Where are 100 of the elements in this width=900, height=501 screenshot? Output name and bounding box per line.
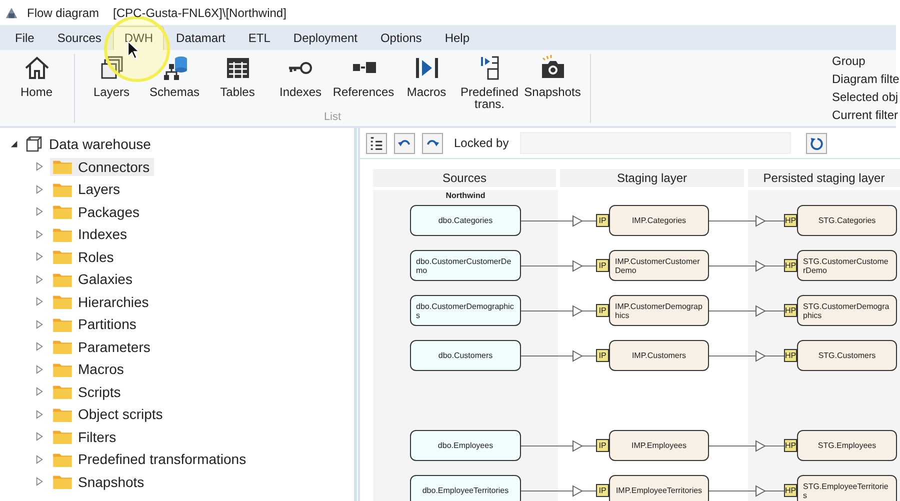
menu-tab[interactable]: Options bbox=[369, 26, 433, 50]
folder-icon bbox=[53, 182, 72, 197]
tree-item[interactable]: Partitions bbox=[50, 315, 140, 334]
column-header: Sources bbox=[373, 169, 556, 187]
tree-item[interactable]: Scripts bbox=[50, 382, 125, 401]
redo-button[interactable] bbox=[422, 132, 443, 154]
collapse-icon[interactable] bbox=[10, 140, 19, 149]
tree-item[interactable]: Layers bbox=[50, 180, 124, 198]
expand-icon[interactable] bbox=[35, 454, 44, 464]
expand-icon[interactable] bbox=[35, 410, 44, 419]
tree-item[interactable]: Roles bbox=[50, 248, 118, 266]
node-badge: IP bbox=[596, 349, 609, 362]
folder-icon bbox=[53, 316, 72, 332]
source-node: dbo.CustomerCustomerDemo bbox=[410, 250, 521, 281]
staging-node: IMP.CustomerDemographics bbox=[609, 295, 709, 326]
house-icon bbox=[22, 54, 50, 82]
persisted-staging-node: STG.EmployeeTerritories bbox=[797, 475, 897, 501]
tree-item[interactable]: Hierarchies bbox=[50, 292, 153, 311]
node-badge: HP bbox=[784, 439, 797, 452]
expand-icon[interactable] bbox=[35, 387, 44, 396]
expand-icon[interactable] bbox=[35, 477, 44, 486]
tree-item[interactable]: Connectors bbox=[50, 158, 154, 176]
tree-item[interactable]: Object scripts bbox=[50, 405, 167, 424]
column-header: Staging layer bbox=[560, 169, 744, 187]
tree-item[interactable]: Snapshots bbox=[50, 472, 148, 491]
tables-button[interactable]: Tables bbox=[206, 54, 269, 110]
source-node: dbo.EmployeeTerritories bbox=[410, 475, 521, 501]
expand-icon[interactable] bbox=[35, 162, 44, 172]
node-badge: IP bbox=[596, 484, 609, 497]
tree-item[interactable]: Packages bbox=[50, 202, 144, 221]
expand-icon[interactable] bbox=[35, 432, 44, 442]
source-group-label: Northwind bbox=[446, 191, 486, 200]
folder-icon bbox=[53, 474, 72, 490]
tree-item[interactable]: Predefined transformations bbox=[50, 450, 250, 468]
transformations-button[interactable]: Predefined trans. bbox=[458, 54, 521, 110]
references-button[interactable]: References bbox=[332, 54, 395, 110]
menu-tab[interactable]: Deployment bbox=[282, 26, 368, 50]
node-badge: HP bbox=[784, 214, 797, 227]
folder-icon bbox=[53, 429, 72, 444]
column-header: Persisted staging layer bbox=[748, 169, 900, 187]
expand-icon[interactable] bbox=[35, 320, 44, 329]
node-badge: IP bbox=[596, 304, 609, 317]
expand-icon[interactable] bbox=[35, 252, 44, 262]
menu-tab[interactable]: File bbox=[4, 26, 46, 50]
list-view-button[interactable] bbox=[366, 132, 387, 154]
node-badge: IP bbox=[596, 439, 609, 452]
expand-icon[interactable] bbox=[35, 184, 44, 194]
undo-button[interactable] bbox=[394, 132, 415, 154]
tree-item[interactable]: Filters bbox=[50, 428, 120, 446]
node-badge: HP bbox=[784, 349, 797, 362]
folder-icon bbox=[53, 249, 72, 264]
cube-icon bbox=[25, 135, 43, 154]
folder-icon bbox=[53, 406, 72, 422]
menu-tab[interactable]: Help bbox=[434, 26, 480, 50]
tree-item[interactable]: Parameters bbox=[50, 338, 154, 356]
node-badge: HP bbox=[784, 484, 797, 497]
folder-icon bbox=[53, 452, 72, 467]
staging-node: IMP.Customers bbox=[609, 340, 709, 371]
home-button[interactable]: Home bbox=[5, 54, 68, 98]
layers-button[interactable]: Layers bbox=[80, 54, 143, 110]
source-node: dbo.Customers bbox=[410, 340, 521, 371]
expand-icon[interactable] bbox=[35, 230, 44, 239]
schemas-button[interactable]: Schemas bbox=[143, 54, 206, 110]
expand-icon[interactable] bbox=[35, 297, 44, 306]
persisted-staging-node: STG.CustomerDemographics bbox=[797, 295, 897, 326]
source-node: dbo.Employees bbox=[410, 430, 521, 461]
tree-item[interactable]: Galaxies bbox=[50, 270, 136, 288]
persisted-staging-node: STG.Customers bbox=[797, 340, 897, 371]
staging-node: IMP.Categories bbox=[609, 205, 709, 236]
ribbon-menu-item[interactable]: Current filter bbox=[832, 106, 896, 124]
refresh-button[interactable] bbox=[806, 132, 827, 154]
tree-item[interactable]: Indexes bbox=[50, 225, 132, 244]
expand-icon[interactable] bbox=[35, 342, 44, 352]
folder-icon bbox=[53, 294, 72, 310]
menu-tab[interactable]: Datamart bbox=[165, 26, 236, 50]
tree-item[interactable]: Macros bbox=[50, 360, 128, 378]
source-node: dbo.Categories bbox=[410, 205, 521, 236]
snapshots-button[interactable]: Snapshots bbox=[521, 54, 584, 110]
folder-icon bbox=[53, 362, 72, 377]
expand-icon[interactable] bbox=[35, 207, 44, 216]
expand-icon[interactable] bbox=[35, 274, 44, 284]
staging-node: IMP.CustomerCustomerDemo bbox=[609, 250, 709, 281]
folder-icon bbox=[53, 384, 72, 400]
menu-tab[interactable]: Sources bbox=[46, 26, 112, 50]
tree-item[interactable]: Data warehouse bbox=[49, 136, 151, 152]
persisted-staging-node: STG.Employees bbox=[797, 430, 897, 461]
node-badge: IP bbox=[596, 259, 609, 272]
window-path: [CPC-Gusta-FNL6X]\[Northwind] bbox=[113, 6, 286, 20]
expand-icon[interactable] bbox=[35, 364, 44, 374]
ribbon-menu-item[interactable]: Group bbox=[832, 52, 896, 70]
indexes-button[interactable]: Indexes bbox=[269, 54, 332, 110]
node-badge: HP bbox=[784, 304, 797, 317]
menu-tab[interactable]: ETL bbox=[237, 26, 282, 50]
node-badge: IP bbox=[596, 214, 609, 227]
macros-button[interactable]: Macros bbox=[395, 54, 458, 110]
staging-node: IMP.EmployeeTerritories bbox=[609, 475, 709, 501]
window-title: Flow diagram bbox=[27, 6, 100, 20]
node-badge: HP bbox=[784, 259, 797, 272]
ribbon-menu-item[interactable]: Selected obj bbox=[832, 88, 896, 106]
folder-icon bbox=[53, 272, 72, 287]
